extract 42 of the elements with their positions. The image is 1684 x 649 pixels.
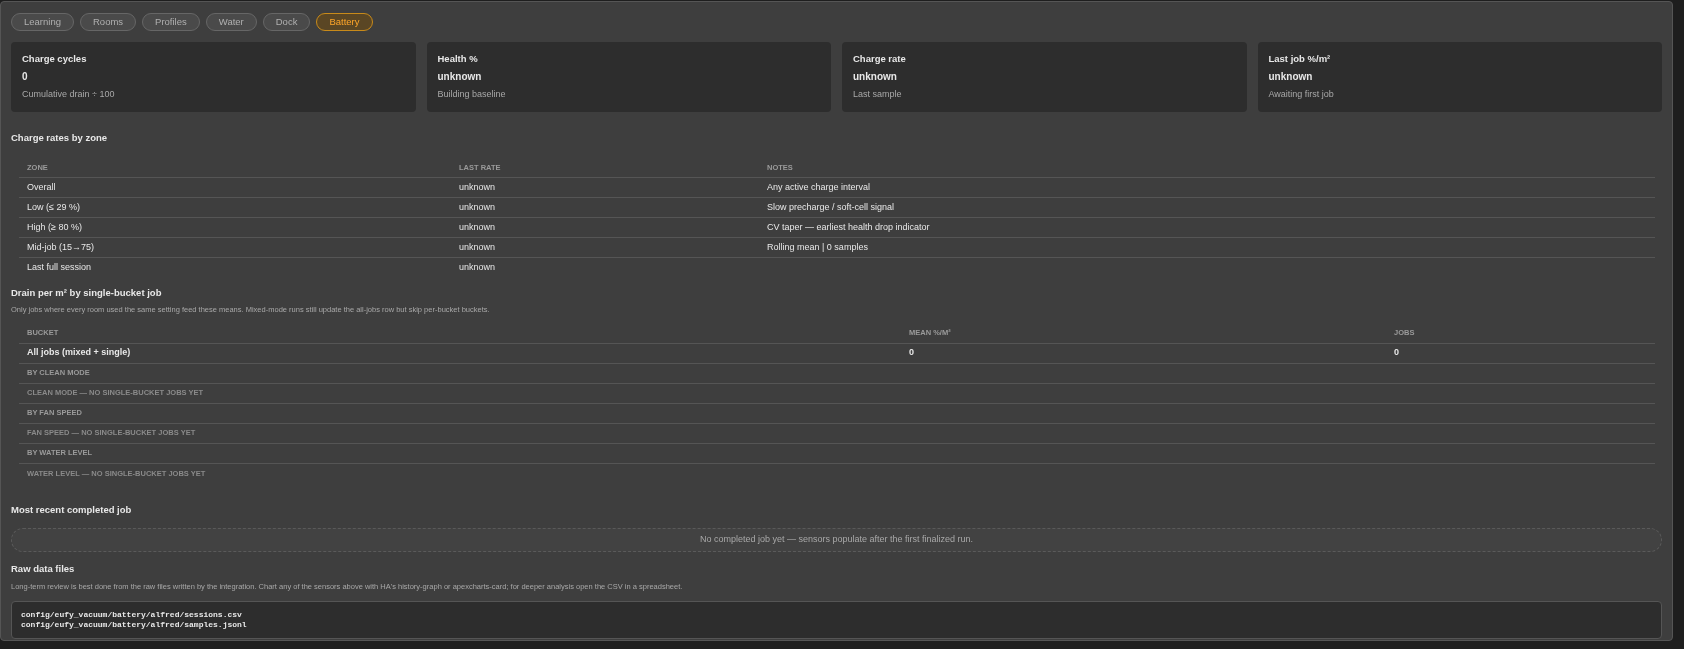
table-cell-text: High (≥ 80 %) (27, 220, 83, 234)
stat-caption: Awaiting first job (1268, 88, 1334, 100)
tab[interactable]: Rooms (80, 13, 137, 31)
section-title: Charge rates by zone (11, 132, 108, 143)
table-cell-text: Slow precharge / soft-cell signal (767, 200, 896, 214)
table-cell-text: unknown (459, 200, 497, 214)
stat-value: unknown (1268, 71, 1313, 83)
stat-title: Last job %/m² (1268, 53, 1331, 65)
section-title: Drain per m² by single-bucket job (11, 286, 162, 300)
stat-caption: Last sample (853, 88, 902, 100)
file-path: config/eufy_vacuum/battery/alfred/samples.jsonl (21, 620, 247, 630)
table-cell-text: 0 (909, 346, 915, 360)
table-cell-text: 0 (1394, 346, 1400, 360)
tab[interactable]: Learning (11, 13, 74, 31)
table-cell-text: Overall (27, 180, 57, 194)
table-cell-text: unknown (459, 261, 497, 275)
table-cell-text: Last full session (27, 261, 93, 275)
table-cell-text: unknown (459, 220, 497, 234)
stat-value: unknown (853, 71, 897, 83)
stat-caption: Building baseline (437, 88, 506, 100)
stat-title: Charge rate (853, 53, 906, 65)
file-path: config/eufy_vacuum/battery/alfred/sessions.csv (21, 610, 242, 620)
table-cell-text: unknown (459, 180, 497, 194)
stat-caption: Cumulative drain ÷ 100 (22, 88, 115, 100)
empty-message: No completed job yet — sensors populate after the first finalized run. (699, 532, 974, 546)
table-cell-text: Low (≤ 29 %) (27, 200, 81, 214)
section-title: Raw data files (11, 561, 75, 576)
stat-title: Charge cycles (22, 53, 87, 65)
table-cell-text: CV taper — earliest health drop indicator (767, 220, 931, 234)
tab[interactable]: Water (205, 13, 257, 31)
section-title: Most recent completed job (11, 503, 132, 515)
table-cell-text: unknown (459, 240, 497, 254)
tab[interactable]: Dock (262, 13, 311, 31)
tab[interactable]: Battery (316, 13, 373, 31)
stat-title: Health % (437, 53, 478, 65)
stat-value: unknown (437, 71, 482, 83)
tab[interactable]: Profiles (142, 13, 200, 31)
table-cell-text: Rolling mean | 0 samples (767, 240, 869, 254)
table-cell-text: All jobs (mixed + single) (27, 346, 132, 360)
table-cell-text: Mid-job (15→75) (27, 240, 96, 254)
table-cell-text: Any active charge interval (767, 180, 872, 194)
stat-value: 0 (22, 71, 28, 83)
